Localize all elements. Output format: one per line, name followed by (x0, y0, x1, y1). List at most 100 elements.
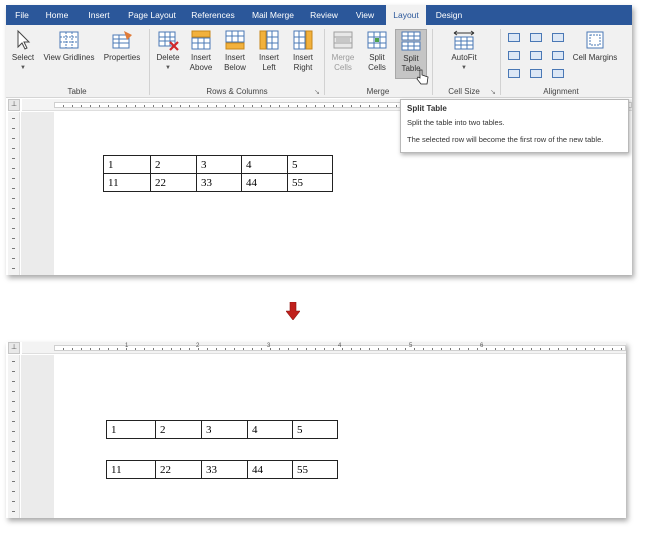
ruler-tick (549, 348, 550, 350)
cell-margins-button[interactable]: Cell Margins (570, 29, 620, 63)
split-cells-button[interactable]: Split Cells (362, 29, 392, 73)
tab-mail-merge[interactable]: Mail Merge (248, 5, 298, 25)
group-separator (500, 29, 501, 95)
tab-view[interactable]: View (348, 5, 382, 25)
word-table-second[interactable]: 11 22 33 44 55 (106, 460, 338, 479)
table-cell[interactable]: 1 (103, 155, 151, 174)
align-top-right-icon[interactable] (552, 33, 564, 42)
ruler-tick (12, 441, 15, 442)
ruler-tick (513, 348, 514, 350)
word-table[interactable]: 1 2 3 4 5 11 22 33 44 55 (103, 155, 333, 192)
group-table-label: Table (67, 87, 87, 96)
table-cell[interactable]: 33 (201, 460, 248, 479)
table-cell[interactable]: 1 (106, 420, 156, 439)
align-middle-right-icon[interactable] (552, 51, 564, 60)
table-cell[interactable]: 33 (196, 173, 242, 192)
select-button[interactable]: Select ▼ (8, 29, 38, 73)
insert-below-button[interactable]: Insert Below (220, 29, 250, 73)
tab-insert[interactable]: Insert (79, 5, 119, 25)
ruler-tick (12, 461, 15, 462)
table-cell[interactable]: 3 (201, 420, 248, 439)
delete-button[interactable]: Delete ▼ (153, 29, 183, 73)
align-bottom-right-icon[interactable] (552, 69, 564, 78)
tooltip-title: Split Table (407, 104, 447, 113)
ruler-tick (81, 348, 82, 350)
after-screenshot-panel: ⊥ 1 2 3 4 5 6 1 2 3 4 5 11 22 33 44 55 (6, 342, 626, 518)
ruler-tick (12, 138, 15, 139)
table-cell[interactable]: 55 (287, 173, 333, 192)
table-cell[interactable]: 44 (247, 460, 293, 479)
table-cell[interactable]: 2 (155, 420, 202, 439)
ruler-tick (342, 348, 343, 350)
insert-above-label-1: Insert (190, 53, 211, 62)
tab-stop-selector[interactable]: ⊥ (8, 99, 20, 111)
ruler-tick (360, 348, 361, 350)
ruler-tick (288, 105, 289, 107)
align-middle-center-icon[interactable] (530, 51, 542, 60)
table-cell[interactable]: 5 (287, 155, 333, 174)
ruler-tick (315, 105, 316, 107)
ruler-tick (12, 391, 15, 392)
ruler-tick (477, 348, 478, 350)
table-cell[interactable]: 4 (241, 155, 288, 174)
insert-row-below-icon (225, 30, 245, 50)
view-gridlines-button[interactable]: View Gridlines (42, 29, 96, 63)
ruler-tick (306, 105, 307, 107)
tab-page-layout[interactable]: Page Layout (124, 5, 180, 25)
ruler-tick (297, 348, 298, 350)
ruler-tick (207, 105, 208, 107)
group-rows-columns-label: Rows & Columns (206, 87, 268, 96)
align-top-left-icon[interactable] (508, 33, 520, 42)
word-table-first[interactable]: 1 2 3 4 5 (106, 420, 338, 439)
tab-design[interactable]: Design (430, 5, 468, 25)
insert-right-button[interactable]: Insert Right (288, 29, 318, 73)
ruler-tick (369, 348, 370, 350)
table-cell[interactable]: 4 (247, 420, 293, 439)
tab-layout[interactable]: Layout (386, 5, 426, 25)
ruler-tick (12, 168, 15, 169)
tab-stop-selector[interactable]: ⊥ (8, 342, 20, 354)
align-bottom-left-icon[interactable] (508, 69, 520, 78)
group-separator (324, 29, 325, 95)
horizontal-ruler: 1 2 3 4 5 6 (22, 342, 626, 354)
chevron-down-icon: ▼ (165, 65, 171, 71)
table-cell[interactable]: 2 (150, 155, 197, 174)
ruler-number: 6 (480, 343, 484, 349)
insert-right-label-2: Right (293, 63, 313, 72)
insert-left-label-1: Insert (258, 53, 279, 62)
table-cell[interactable]: 5 (292, 420, 338, 439)
table-cell[interactable]: 22 (150, 173, 197, 192)
insert-left-button[interactable]: Insert Left (254, 29, 284, 73)
dialog-launcher-icon[interactable]: ↘ (314, 88, 320, 96)
tab-review[interactable]: Review (306, 5, 342, 25)
align-middle-left-icon[interactable] (508, 51, 520, 60)
table-cell[interactable]: 55 (292, 460, 338, 479)
autofit-button[interactable]: AutoFit ▼ (442, 29, 486, 73)
align-top-center-icon[interactable] (530, 33, 542, 42)
ruler-tick (12, 381, 15, 382)
merge-cells-button[interactable]: Merge Cells (328, 29, 358, 73)
split-table-icon (401, 31, 421, 51)
dialog-launcher-icon[interactable]: ↘ (490, 88, 496, 96)
table-cell[interactable]: 11 (106, 460, 156, 479)
align-bottom-center-icon[interactable] (530, 69, 542, 78)
table-cell[interactable]: 11 (103, 173, 151, 192)
ruler-tick (432, 348, 433, 350)
table-cell[interactable]: 44 (241, 173, 288, 192)
ruler-tick (12, 198, 15, 199)
table-cell[interactable]: 3 (196, 155, 242, 174)
ribbon-layout: Select ▼ View Gridlines Properties Table… (6, 25, 632, 98)
insert-above-button[interactable]: Insert Above (186, 29, 216, 73)
properties-button[interactable]: Properties (100, 29, 144, 63)
group-separator (432, 29, 433, 95)
cell-margins-icon (586, 31, 604, 49)
table-cell[interactable]: 22 (155, 460, 202, 479)
tab-home[interactable]: Home (40, 5, 74, 25)
ruler-tick (261, 105, 262, 107)
ruler-tick (387, 348, 388, 350)
ruler-tick (387, 105, 388, 107)
tab-file[interactable]: File (6, 5, 38, 25)
ruler-tick (216, 348, 217, 350)
tab-references[interactable]: References (186, 5, 240, 25)
ruler-tick (99, 348, 100, 350)
